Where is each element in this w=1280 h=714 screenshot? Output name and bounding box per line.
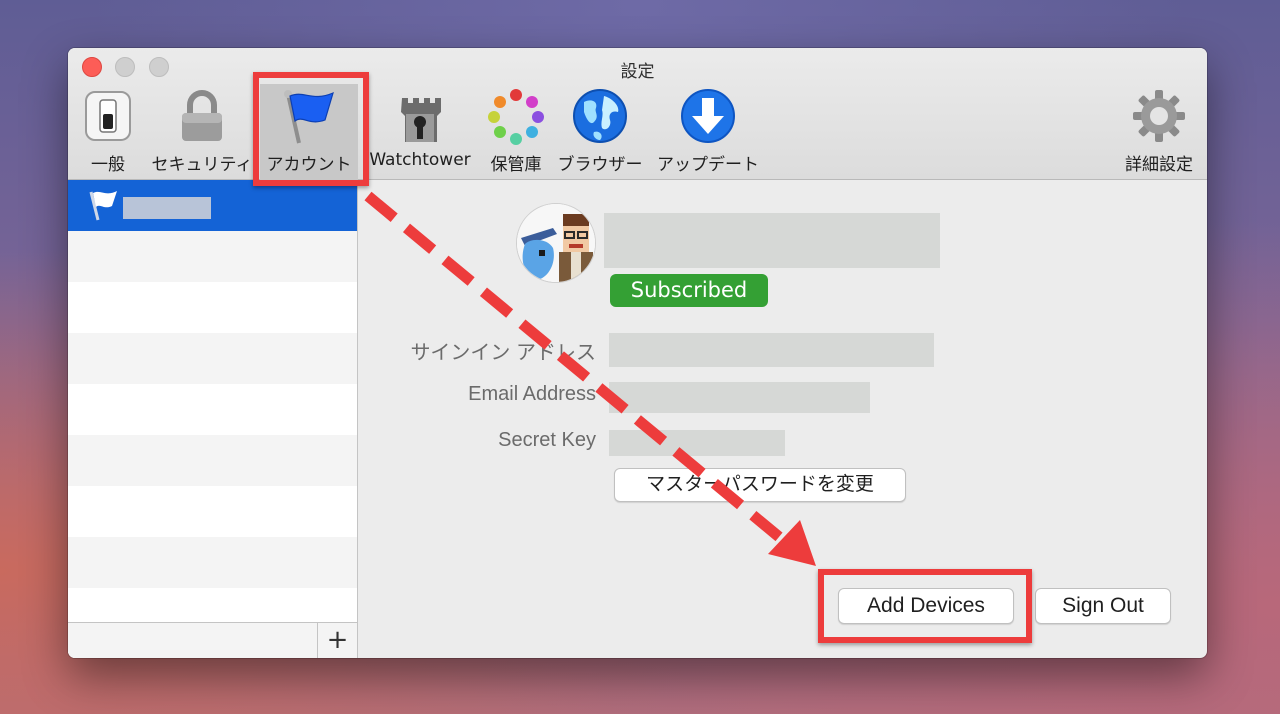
preferences-window: 設定 一般 セキュリティ アカウント Watchtower 保管庫 ブラウザー … — [68, 48, 1207, 658]
avatar-image — [517, 204, 595, 282]
list-item — [68, 282, 357, 333]
toolbar-watchtower[interactable]: Watchtower — [366, 84, 474, 180]
switch-icon — [85, 91, 131, 141]
list-item — [68, 537, 357, 588]
toolbar-watchtower-label: Watchtower — [369, 150, 471, 170]
gear-icon — [1133, 90, 1185, 142]
signin-address-label: サインイン アドレス — [410, 342, 596, 364]
status-badge: Subscribed — [610, 274, 768, 307]
toolbar-general-label: 一般 — [91, 155, 125, 175]
download-arrow-icon — [681, 89, 735, 143]
flag-icon — [89, 191, 117, 221]
toolbar-browsers[interactable]: ブラウザー — [554, 84, 646, 180]
tower-icon — [401, 98, 441, 142]
vault-dots-icon — [488, 89, 544, 145]
toolbar-vaults-label: 保管庫 — [490, 155, 542, 175]
window-title: 設定 — [620, 62, 655, 82]
toolbar-security-label: セキュリティ — [151, 155, 253, 175]
list-item — [68, 486, 357, 537]
secret-key-label: Secret Key — [498, 429, 596, 451]
highlight-box-add-devices — [818, 569, 1032, 643]
account-name-redacted — [123, 197, 211, 219]
toolbar-updates[interactable]: アップデート — [652, 84, 764, 180]
secret-key-value-redacted — [609, 430, 785, 456]
toolbar-vaults[interactable]: 保管庫 — [480, 84, 552, 180]
toolbar-advanced[interactable]: 詳細設定 — [1116, 84, 1202, 180]
sidebar-footer: + — [68, 622, 357, 658]
signin-address-value-redacted — [609, 333, 934, 367]
change-master-password-button[interactable]: マスターパスワードを変更 — [614, 468, 906, 502]
toolbar-updates-label: アップデート — [657, 155, 759, 175]
account-list-item-selected[interactable] — [68, 180, 357, 231]
email-address-value-redacted — [609, 382, 870, 413]
avatar — [516, 203, 596, 283]
list-item — [68, 231, 357, 282]
globe-icon — [573, 89, 627, 143]
titlebar-toolbar: 設定 一般 セキュリティ アカウント Watchtower 保管庫 ブラウザー … — [68, 48, 1207, 180]
toolbar-advanced-label: 詳細設定 — [1125, 155, 1193, 175]
toolbar-browsers-label: ブラウザー — [557, 155, 643, 175]
sign-out-button[interactable]: Sign Out — [1035, 588, 1171, 624]
account-name-redacted — [604, 213, 940, 268]
toolbar-security[interactable]: セキュリティ — [148, 84, 256, 180]
add-account-button[interactable]: + — [317, 623, 357, 658]
lock-icon — [182, 90, 222, 141]
highlight-box-accounts — [253, 72, 369, 186]
email-address-label: Email Address — [468, 383, 596, 405]
toolbar-general[interactable]: 一般 — [78, 84, 138, 180]
accounts-sidebar: + — [68, 180, 358, 658]
